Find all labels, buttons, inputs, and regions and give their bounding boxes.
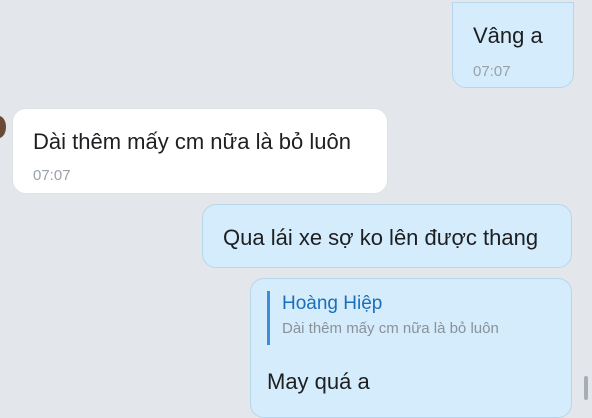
reply-quote-author: Hoàng Hiệp [282, 293, 383, 314]
message-text: May quá a [267, 369, 370, 394]
message-bubble-reply[interactable]: Hoàng Hiệp Dài thêm mấy cm nữa là bỏ luô… [250, 278, 572, 418]
avatar[interactable] [0, 116, 6, 138]
message-bubble-received[interactable]: Dài thêm mấy cm nữa là bỏ luôn 07:07 [12, 108, 388, 194]
chat-thread: Vâng a 07:07 Dài thêm mấy cm nữa là bỏ l… [0, 0, 592, 418]
message-bubble-sent[interactable]: Qua lái xe sợ ko lên được thang [202, 204, 572, 268]
reply-quote[interactable]: Hoàng Hiệp Dài thêm mấy cm nữa là bỏ luô… [267, 291, 499, 345]
reply-quote-text: Dài thêm mấy cm nữa là bỏ luôn [282, 320, 499, 337]
message-timestamp: 07:07 [33, 167, 71, 184]
message-timestamp: 07:07 [473, 63, 511, 80]
message-text: Dài thêm mấy cm nữa là bỏ luôn [33, 129, 351, 154]
scrollbar[interactable] [584, 376, 588, 400]
message-text: Vâng a [473, 23, 543, 48]
message-text: Qua lái xe sợ ko lên được thang [223, 225, 539, 250]
message-bubble-sent[interactable]: Vâng a 07:07 [452, 2, 574, 88]
